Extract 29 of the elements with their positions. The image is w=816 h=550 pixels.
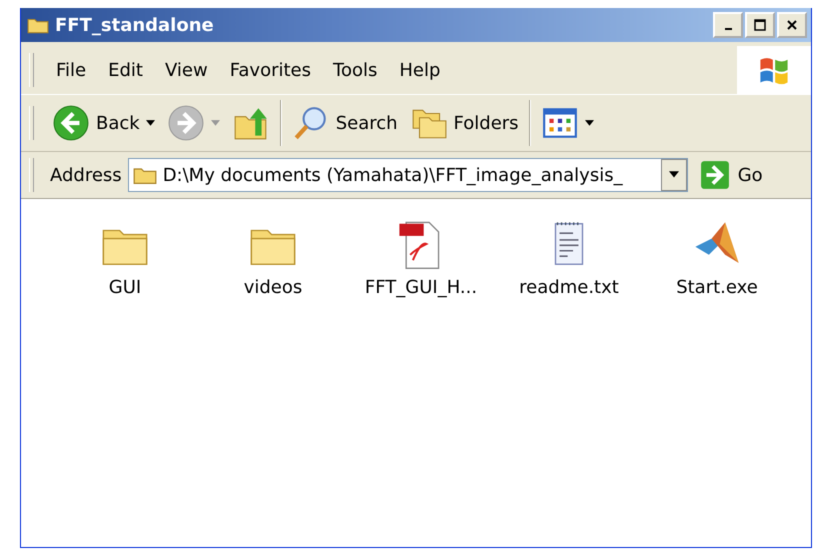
- window-title: FFT_standalone: [55, 14, 214, 36]
- folders-button[interactable]: Folders: [406, 104, 523, 142]
- close-button[interactable]: [777, 12, 807, 38]
- document-item[interactable]: Start.exe: [643, 217, 791, 298]
- document-item[interactable]: readme.txt: [495, 217, 643, 298]
- caret-icon: [584, 120, 594, 126]
- go-button[interactable]: Go: [694, 160, 769, 190]
- address-label: Address: [50, 164, 122, 186]
- caret-icon: [668, 171, 679, 179]
- caret-icon: [146, 120, 155, 126]
- menu-item[interactable]: Help: [389, 60, 450, 80]
- menu-item[interactable]: View: [154, 60, 218, 80]
- menu-item[interactable]: Edit: [98, 60, 153, 80]
- menu-item[interactable]: Favorites: [220, 60, 322, 80]
- maximize-button[interactable]: [745, 12, 775, 38]
- address-field[interactable]: D:\My documents (Yamahata)\FFT_image_analysis_: [128, 158, 688, 192]
- dropdown-button[interactable]: [660, 159, 687, 191]
- folder-item[interactable]: GUI: [51, 217, 199, 298]
- maximize-icon: [753, 18, 767, 32]
- close-icon: [785, 18, 799, 32]
- folder-item[interactable]: videos: [199, 217, 347, 298]
- menu-item[interactable]: File: [46, 60, 96, 80]
- minimize-icon: [724, 28, 732, 30]
- search-button[interactable]: Search: [288, 104, 402, 142]
- menu-item[interactable]: Tools: [323, 60, 388, 80]
- back-button[interactable]: Back: [48, 104, 159, 142]
- document-item[interactable]: FFT_GUI_H...: [347, 217, 495, 298]
- caret-icon: [210, 120, 220, 126]
- folder-icon: [27, 16, 49, 34]
